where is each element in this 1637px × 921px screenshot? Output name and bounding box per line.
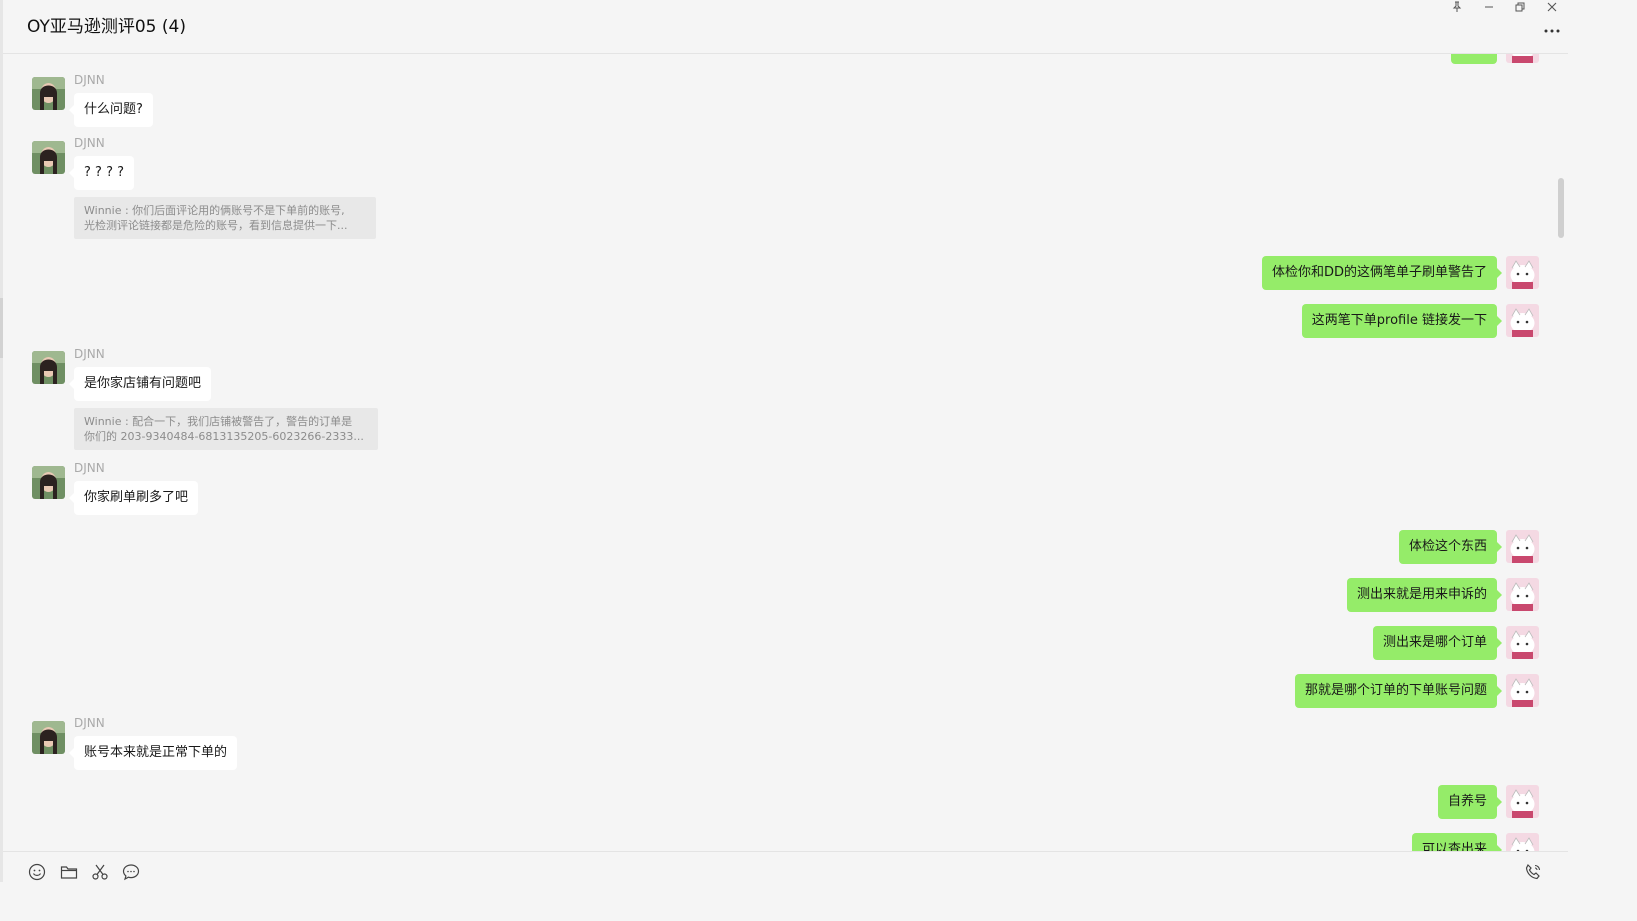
input-toolbar — [3, 851, 1568, 883]
quote-line: 光检测评论链接都是危险的账号，看到信息提供一下... — [84, 219, 348, 232]
incoming-bubble[interactable]: 你家刷单刷多了吧 — [68, 481, 199, 515]
sender-name: DJNN — [74, 716, 105, 730]
chat-scrollbar[interactable] — [1558, 178, 1564, 238]
outgoing-bubble[interactable]: 体检这个东西 — [1398, 530, 1503, 564]
outgoing-bubble[interactable]: 可以查出来 — [1411, 833, 1503, 851]
more-icon[interactable] — [1542, 24, 1562, 38]
self-avatar[interactable] — [1506, 256, 1539, 289]
chat-area: DJNN 什么问题? DJNN ? ? ? ? Winnie : 你们后面评论用… — [3, 54, 1568, 851]
chat-title: OY亚马逊测评05 (4) — [27, 17, 186, 37]
incoming-bubble[interactable]: 是你家店铺有问题吧 — [68, 367, 212, 401]
outgoing-bubble[interactable]: 体检你和DD的这俩笔单子刷单警告了 — [1261, 256, 1503, 290]
sender-name: DJNN — [74, 461, 105, 475]
self-avatar[interactable] — [1506, 626, 1539, 659]
outgoing-bubble[interactable]: 这两笔下单profile 链接发一下 — [1301, 304, 1503, 338]
incoming-bubble[interactable]: 账号本来就是正常下单的 — [68, 736, 238, 770]
voice-call-icon[interactable] — [1523, 862, 1543, 882]
quote-line: Winnie : 你们后面评论用的俩账号不是下单前的账号, — [84, 204, 345, 217]
self-avatar[interactable] — [1506, 304, 1539, 337]
contact-avatar[interactable] — [32, 466, 65, 499]
outgoing-bubble[interactable]: 自养号 — [1437, 785, 1503, 819]
folder-icon[interactable] — [59, 862, 79, 882]
incoming-bubble[interactable]: 什么问题? — [69, 93, 153, 127]
restore-icon[interactable] — [1509, 0, 1531, 14]
quote-line: 你们的 203-9340484-6813135205-6023266-2333.… — [84, 430, 364, 443]
outgoing-bubble-partial[interactable] — [1451, 54, 1497, 64]
outgoing-bubble[interactable]: 测出来是哪个订单 — [1372, 626, 1503, 660]
minimize-icon[interactable] — [1478, 0, 1500, 14]
contact-avatar[interactable] — [32, 721, 65, 754]
scissors-icon[interactable] — [90, 862, 110, 882]
pin-icon[interactable] — [1446, 0, 1468, 14]
self-avatar[interactable] — [1506, 833, 1539, 851]
self-avatar[interactable] — [1506, 785, 1539, 818]
outgoing-bubble[interactable]: 测出来就是用来申诉的 — [1346, 578, 1503, 612]
self-avatar[interactable] — [1506, 530, 1539, 563]
sender-name: DJNN — [74, 73, 105, 87]
chat-history-icon[interactable] — [121, 862, 141, 882]
contact-avatar[interactable] — [32, 77, 65, 110]
contact-avatar[interactable] — [32, 351, 65, 384]
outgoing-bubble[interactable]: 那就是哪个订单的下单账号问题 — [1294, 674, 1503, 708]
quoted-message[interactable]: Winnie : 你们后面评论用的俩账号不是下单前的账号, 光检测评论链接都是危… — [74, 197, 376, 239]
incoming-bubble[interactable]: ? ? ? ? — [69, 156, 134, 190]
contact-avatar[interactable] — [32, 141, 65, 174]
emoji-icon[interactable] — [27, 862, 47, 882]
quote-line: Winnie : 配合一下，我们店铺被警告了，警告的订单是 — [84, 415, 353, 428]
self-avatar[interactable] — [1506, 578, 1539, 611]
chat-header: OY亚马逊测评05 (4) — [3, 0, 1568, 54]
quoted-message[interactable]: Winnie : 配合一下，我们店铺被警告了，警告的订单是 你们的 203-93… — [74, 408, 378, 450]
self-avatar[interactable] — [1506, 674, 1539, 707]
sender-name: DJNN — [74, 347, 105, 361]
sender-name: DJNN — [74, 136, 105, 150]
self-avatar[interactable] — [1506, 54, 1539, 63]
close-icon[interactable] — [1541, 0, 1563, 14]
